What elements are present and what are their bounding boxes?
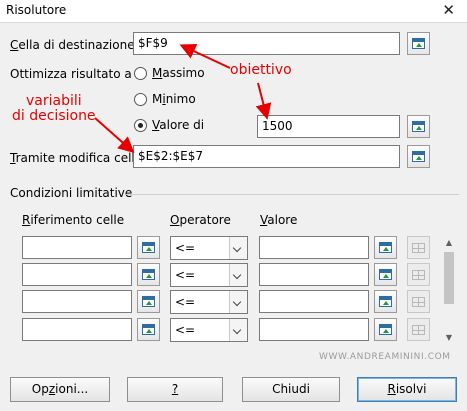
constraints-section-label: Condizioni limitative [10,186,133,200]
constraint-ref-shrink-button[interactable] [137,318,160,341]
radio-maximum[interactable] [134,67,147,80]
shrink-dialog-icon [142,242,155,253]
remove-constraint-button[interactable] [407,318,430,341]
radio-maximum-label: Massimo [152,66,205,80]
constraint-ref-input[interactable] [22,263,132,286]
constraint-ref-shrink-button[interactable] [137,263,160,286]
scroll-down-icon[interactable]: ▼ [442,331,456,345]
constraint-value-shrink-button[interactable] [374,318,397,341]
constraint-ref-input[interactable] [22,290,132,313]
constraint-value-input[interactable] [259,318,369,341]
constraint-value-shrink-button[interactable] [374,263,397,286]
constraint-operator-select[interactable]: <= [170,236,248,260]
close-icon[interactable]: ✕ [442,1,455,19]
remove-row-icon [412,243,425,253]
constraint-value-shrink-button[interactable] [374,236,397,259]
annotation-decision-variables-line1: variabili [26,93,82,109]
target-cell-shrink-button[interactable] [407,32,430,55]
chevron-down-icon [229,264,247,286]
changing-cells-input[interactable]: $E$2:$E$7 [133,145,400,168]
close-button[interactable]: Chiudi [242,377,340,402]
remove-row-icon [412,325,425,335]
value-of-input[interactable]: 1500 [257,115,400,138]
watermark: WWW.ANDREAMININI.COM [319,352,451,362]
annotation-objective: obiettivo [230,62,292,78]
shrink-dialog-icon [412,38,425,49]
changing-cells-label: Tramite modifica celle [10,151,143,165]
constraint-ref-input[interactable] [22,236,132,259]
shrink-dialog-icon [379,269,392,280]
arrow-to-value-of [255,82,272,120]
shrink-dialog-icon [379,296,392,307]
changing-cells-shrink-button[interactable] [407,145,430,168]
header-cell-reference: Riferimento celle [22,213,125,227]
chevron-down-icon [229,319,247,341]
solver-dialog: Risolutore ✕ Cella di destinazione $F$9 … [0,0,467,411]
shrink-dialog-icon [142,269,155,280]
shrink-dialog-icon [379,242,392,253]
window-title: Risolutore [6,3,67,17]
shrink-dialog-icon [412,151,425,162]
constraint-ref-input[interactable] [22,318,132,341]
remove-row-icon [412,270,425,280]
constraint-ref-shrink-button[interactable] [137,236,160,259]
target-cell-input[interactable]: $F$9 [133,32,400,55]
help-button[interactable]: ? [127,377,223,402]
optimize-label: Ottimizza risultato a [10,67,132,81]
value-of-shrink-button[interactable] [407,115,430,138]
constraints-scrollbar[interactable]: ▲ ▼ [442,236,456,345]
shrink-dialog-icon [379,324,392,335]
solve-button[interactable]: Risolvi [357,377,457,402]
constraint-value-shrink-button[interactable] [374,290,397,313]
options-button[interactable]: Opzioni... [10,377,110,402]
section-divider [126,194,459,195]
constraint-operator-select[interactable]: <= [170,290,248,314]
radio-value-of[interactable] [134,119,147,132]
constraint-operator-select[interactable]: <= [170,318,248,342]
header-value: Valore [260,213,298,227]
arrow-to-changing-cells [94,117,135,153]
chevron-down-icon [229,291,247,313]
remove-constraint-button[interactable] [407,290,430,313]
title-bar: Risolutore ✕ [0,0,467,23]
constraint-operator-select[interactable]: <= [170,263,248,287]
scrollbar-thumb[interactable] [444,252,454,304]
scroll-up-icon[interactable]: ▲ [442,236,456,250]
constraint-ref-shrink-button[interactable] [137,290,160,313]
remove-row-icon [412,297,425,307]
chevron-down-icon [229,237,247,259]
remove-constraint-button[interactable] [407,236,430,259]
shrink-dialog-icon [142,324,155,335]
constraint-value-input[interactable] [259,290,369,313]
radio-minimum[interactable] [134,93,147,106]
annotation-decision-variables-line2: di decisione [12,108,96,124]
shrink-dialog-icon [142,296,155,307]
radio-value-of-label: Valore di [152,118,205,132]
target-cell-label: Cella di destinazione [10,38,135,52]
constraint-value-input[interactable] [259,236,369,259]
constraint-value-input[interactable] [259,263,369,286]
remove-constraint-button[interactable] [407,263,430,286]
radio-minimum-label: Minimo [152,92,196,106]
shrink-dialog-icon [412,121,425,132]
header-operator: Operatore [170,213,231,227]
